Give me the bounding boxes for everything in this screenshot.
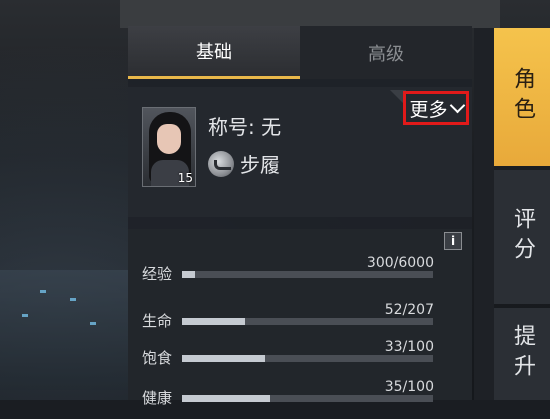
avatar-face [157,124,181,154]
level-badge: 15 [177,171,193,185]
footwear-row: 步履 [208,149,280,178]
background-top-structure [120,0,500,28]
progress-bar [182,271,433,278]
side-tab-label: 角色 [510,67,535,127]
title-label: 称号: 无 [208,115,282,139]
footwear-icon [208,150,234,177]
side-tab-character[interactable]: 角色 [494,28,550,166]
footwear-label: 步履 [240,153,280,177]
progress-fill [182,355,265,362]
stat-health: 生命 52/207 [128,302,472,342]
stat-label: 生命 [142,312,173,330]
stats-section: 经验 300/6000 生命 52/207 饱食 33/100 健康 35/10… [128,229,472,407]
stat-value: 35/100 [384,379,434,395]
stat-value: 300/6000 [366,255,434,271]
info-icon[interactable]: i [444,232,462,250]
progress-fill [182,318,245,325]
tab-basic[interactable]: 基础 [128,26,300,79]
chevron-down-icon [449,97,465,114]
more-button[interactable]: 更多 [403,91,469,125]
stat-label: 经验 [142,265,173,283]
more-label: 更多 [409,98,448,121]
panel-side-strip [474,28,494,400]
stat-experience: 经验 300/6000 [128,255,472,295]
tab-advanced[interactable]: 高级 [300,26,472,79]
stat-value: 33/100 [384,339,434,355]
stat-satiety: 饱食 33/100 [128,339,472,379]
progress-bar [182,318,433,325]
progress-bar [182,395,433,402]
stat-label: 饱食 [142,349,173,367]
side-tab-label: 提升 [510,324,535,384]
stat-wellness: 健康 35/100 [128,379,472,419]
avatar[interactable]: 15 [142,107,196,187]
panel-tabs: 基础 高级 [128,26,472,79]
background-machine [0,270,135,390]
progress-fill [182,395,270,402]
side-tab-label: 评分 [510,207,535,267]
progress-fill [182,271,195,278]
character-panel: 基础 高级 15 称号: 无 步履 更多 经验 300/6000 生命 52/2… [128,26,472,407]
progress-bar [182,355,433,362]
side-tab-upgrade[interactable]: 提升 [494,308,550,400]
side-tab-rating[interactable]: 评分 [494,170,550,304]
stat-label: 健康 [142,389,173,407]
stat-value: 52/207 [384,302,434,318]
